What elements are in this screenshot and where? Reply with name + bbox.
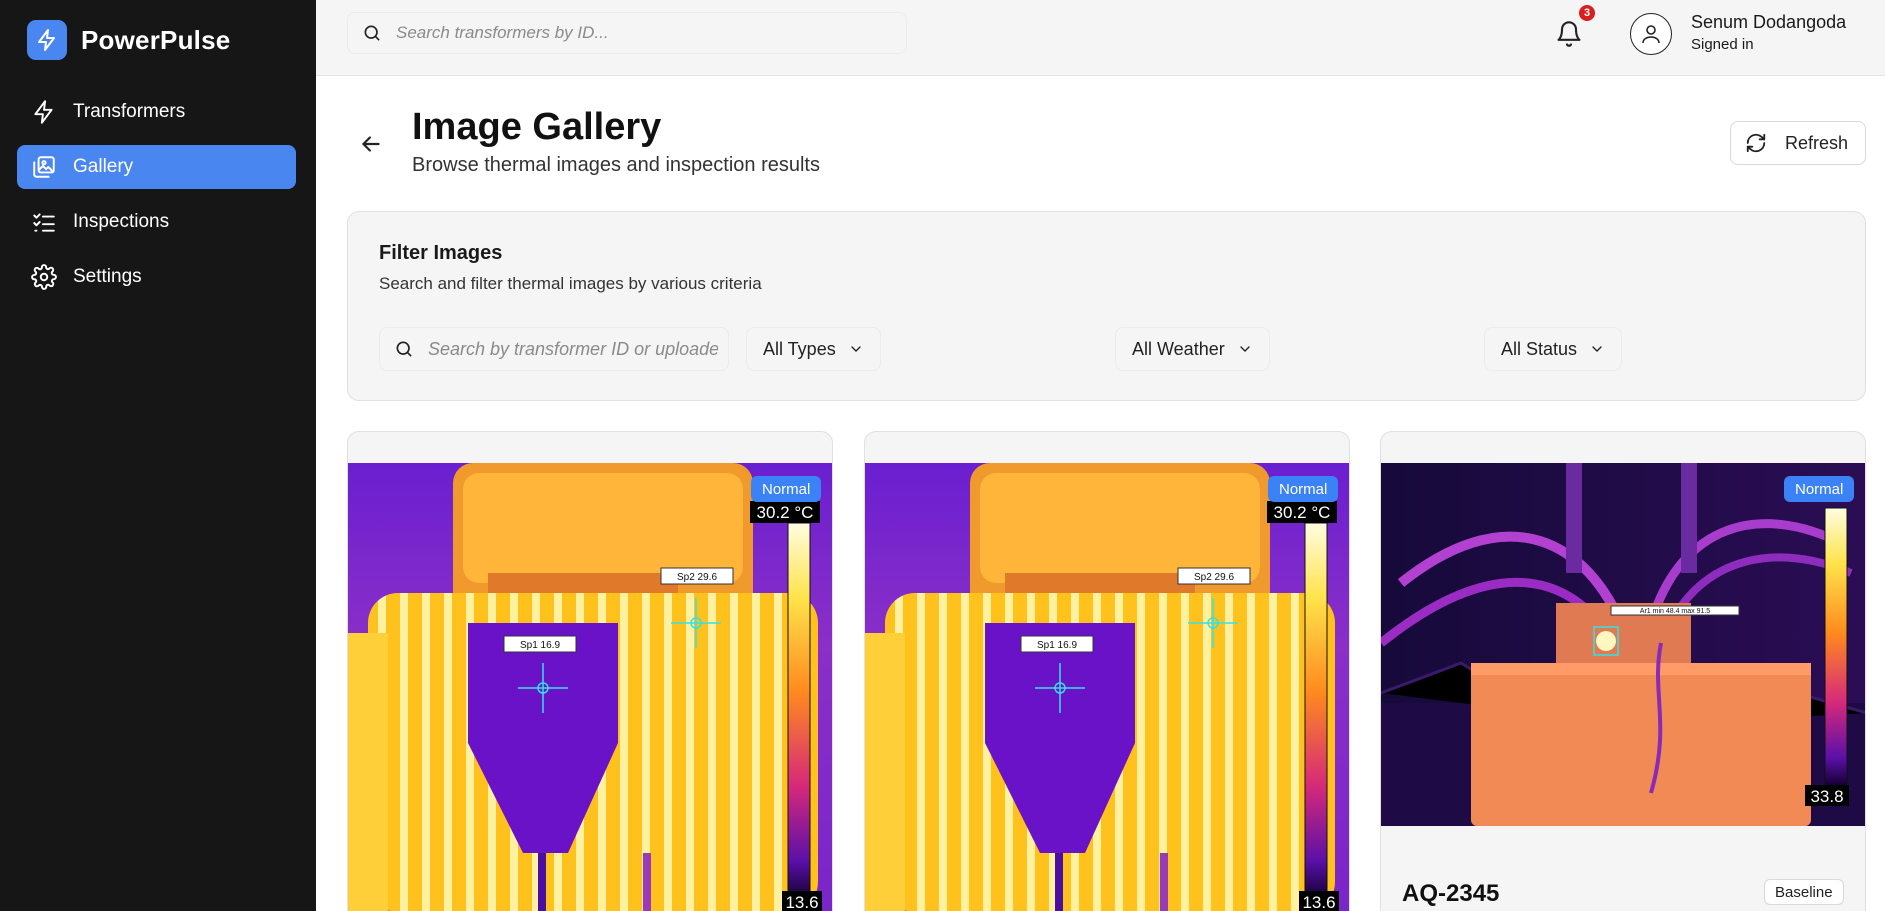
sidebar-item-settings[interactable]: Settings bbox=[17, 255, 296, 299]
gallery-card-1[interactable]: Sp1 16.9 Sp2 29.6 30.2 °C 13.6 Normal bbox=[347, 431, 833, 911]
search-icon bbox=[396, 341, 412, 357]
status-badge: Normal bbox=[1784, 476, 1855, 502]
scale-max-label: 30.2 °C bbox=[757, 503, 814, 522]
notification-badge: 3 bbox=[1579, 5, 1595, 21]
top-search-input[interactable] bbox=[396, 23, 876, 43]
sidebar-item-label: Settings bbox=[73, 266, 142, 287]
filter-subtitle: Search and filter thermal images by vari… bbox=[379, 274, 762, 293]
chevron-down-icon bbox=[1240, 346, 1250, 352]
weather-select[interactable]: All Weather bbox=[1115, 327, 1270, 371]
refresh-label: Refresh bbox=[1785, 132, 1849, 153]
page-subtitle: Browse thermal images and inspection res… bbox=[412, 154, 820, 176]
lightning-icon bbox=[34, 100, 53, 124]
user-icon bbox=[1642, 25, 1660, 44]
gallery-card-2[interactable]: Sp1 16.9 Sp2 29.6 30.2 °C 13.6 Normal bbox=[864, 431, 1350, 911]
checklist-icon bbox=[33, 213, 55, 232]
filter-title: Filter Images bbox=[379, 242, 503, 264]
thermal-image: Ar1 min 48.4 max 91.5 33.8 bbox=[1381, 463, 1865, 826]
avatar[interactable] bbox=[1630, 13, 1672, 55]
top-search-box[interactable] bbox=[347, 12, 907, 54]
gallery-card-3[interactable]: Ar1 min 48.4 max 91.5 33.8 Normal bbox=[1380, 431, 1866, 911]
page-title: Image Gallery bbox=[412, 106, 662, 148]
sidebar-item-label: Inspections bbox=[73, 211, 170, 232]
thermal-image: Sp1 16.9 Sp2 29.6 30.2 °C 13.6 bbox=[348, 463, 832, 911]
gallery-icon bbox=[33, 156, 55, 178]
filter-panel: Filter Images Search and filter thermal … bbox=[347, 211, 1866, 401]
type-select[interactable]: All Types bbox=[746, 327, 881, 371]
sidebar-item-transformers[interactable]: Transformers bbox=[17, 90, 296, 134]
status-select[interactable]: All Status bbox=[1484, 327, 1623, 371]
user-status: Signed in bbox=[1691, 36, 1754, 53]
sidebar-item-label: Transformers bbox=[73, 101, 186, 122]
scale-min-label: 13.6 bbox=[1302, 893, 1335, 911]
type-select-value: All Types bbox=[763, 338, 836, 359]
brand[interactable]: PowerPulse bbox=[27, 20, 230, 60]
sidebar-item-inspections[interactable]: Inspections bbox=[17, 200, 296, 244]
sidebar-item-label: Gallery bbox=[73, 156, 134, 177]
type-badge: Baseline bbox=[1764, 879, 1844, 905]
status-select-value: All Status bbox=[1501, 338, 1578, 359]
sidebar-nav: Transformers Gallery Inspections Setting… bbox=[17, 90, 296, 310]
brand-name: PowerPulse bbox=[81, 24, 231, 55]
sidebar: PowerPulse Transformers Gallery Inspecti… bbox=[0, 0, 316, 911]
scale-max-label: 30.2 °C bbox=[1274, 503, 1331, 522]
refresh-button[interactable]: Refresh bbox=[1730, 121, 1866, 165]
spot2-label: Sp2 29.6 bbox=[677, 572, 717, 583]
filter-search-box[interactable] bbox=[379, 327, 729, 371]
weather-select-value: All Weather bbox=[1132, 338, 1225, 359]
spot1-label: Sp1 16.9 bbox=[520, 640, 560, 651]
search-icon bbox=[364, 25, 380, 41]
scale-min-label: 13.6 bbox=[785, 893, 818, 911]
area-label: Ar1 min 48.4 max 91.5 bbox=[1640, 608, 1711, 615]
status-badge: Normal bbox=[751, 476, 822, 502]
lightning-logo-icon bbox=[27, 20, 67, 60]
status-badge: Normal bbox=[1268, 476, 1339, 502]
chevron-down-icon bbox=[851, 346, 861, 352]
topbar: 3 Senum Dodangoda Signed in bbox=[316, 0, 1885, 76]
thermal-image: Sp1 16.9 Sp2 29.6 30.2 °C 13.6 bbox=[865, 463, 1349, 911]
back-arrow-icon[interactable] bbox=[358, 131, 384, 157]
chevron-down-icon bbox=[1592, 346, 1602, 352]
spot1-label: Sp1 16.9 bbox=[1037, 640, 1077, 651]
filter-search-input[interactable] bbox=[428, 338, 718, 360]
gear-icon bbox=[31, 264, 57, 290]
user-name: Senum Dodangoda bbox=[1691, 12, 1847, 32]
refresh-icon bbox=[1746, 133, 1766, 153]
spot2-label: Sp2 29.6 bbox=[1194, 572, 1234, 583]
bell-icon[interactable] bbox=[1555, 20, 1583, 48]
sidebar-item-gallery[interactable]: Gallery bbox=[17, 145, 296, 189]
transformer-id: AQ-2345 bbox=[1402, 880, 1500, 907]
scale-min-label: 33.8 bbox=[1810, 787, 1843, 806]
